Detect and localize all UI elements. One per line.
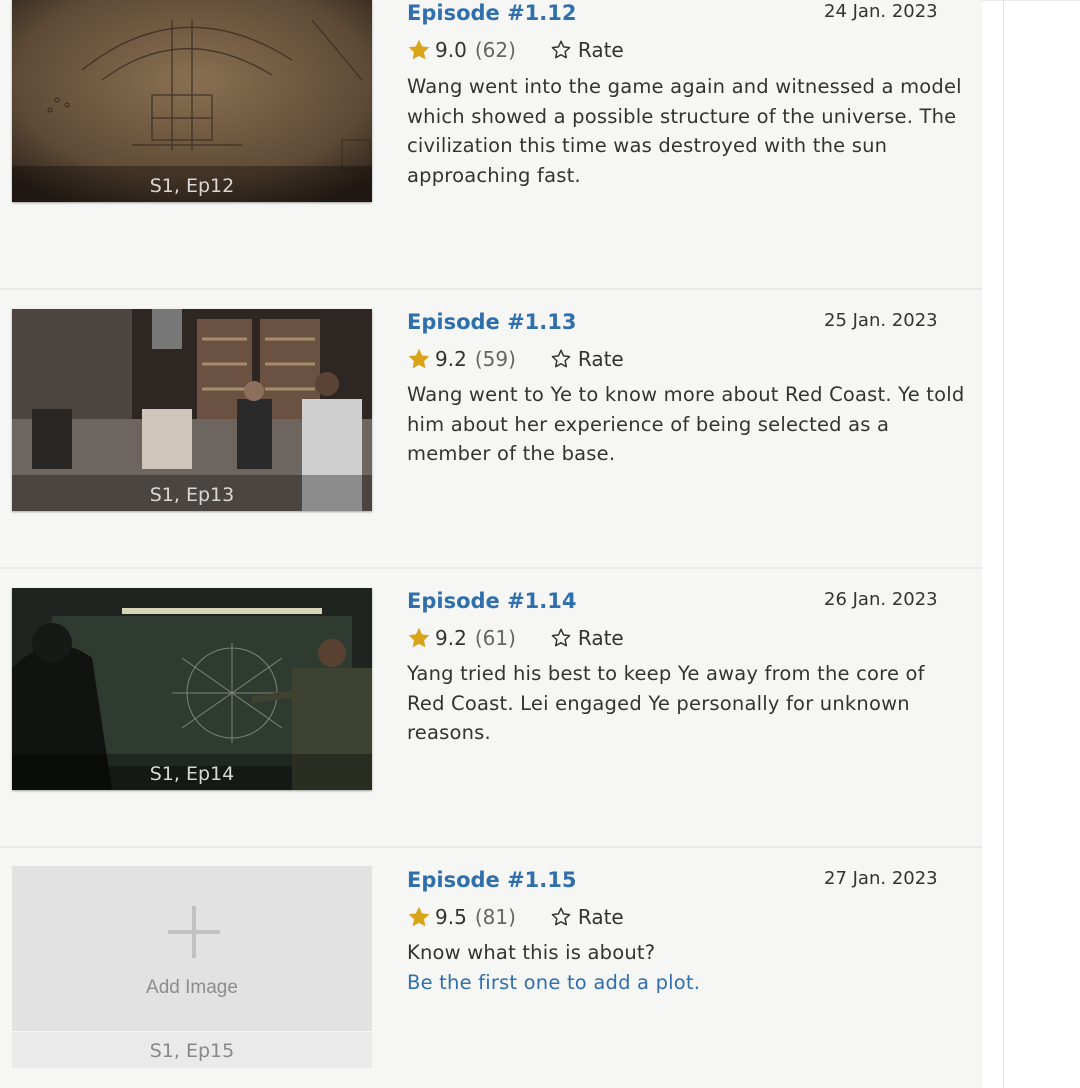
rate-button[interactable]: Rate — [550, 347, 624, 371]
episode-number-caption: S1, Ep14 — [12, 754, 372, 790]
add-image-placeholder[interactable]: Add Image S1, Ep15 — [12, 866, 372, 1068]
rating-vote-count: (61) — [474, 626, 516, 650]
episode-rating: 9.0 (62) Rate — [407, 36, 624, 64]
episode-plot: Wang went to Ye to know more about Red C… — [407, 383, 965, 465]
episode-plot: Wang went into the game again and witnes… — [407, 75, 962, 187]
star-icon — [408, 348, 430, 369]
rate-label: Rate — [577, 626, 624, 650]
episode-item: Add Image S1, Ep15 Episode #1.15 27 Jan.… — [0, 848, 982, 1088]
star-outline-icon — [551, 628, 571, 647]
episode-rating: 9.2 (59) Rate — [407, 345, 624, 373]
add-plot-link[interactable]: Be the first one to add a plot. — [407, 968, 967, 998]
rate-button[interactable]: Rate — [550, 38, 624, 62]
episode-number-caption: S1, Ep15 — [12, 1031, 372, 1068]
star-icon — [408, 627, 430, 648]
rating-vote-count: (62) — [474, 38, 516, 62]
episode-number-caption: S1, Ep13 — [12, 475, 372, 511]
episode-thumbnail[interactable]: S1, Ep14 — [12, 588, 372, 790]
rate-button[interactable]: Rate — [550, 626, 624, 650]
episode-title-link[interactable]: Episode #1.15 — [407, 868, 577, 892]
rate-label: Rate — [577, 905, 624, 929]
episode-thumbnail[interactable]: S1, Ep12 — [12, 0, 372, 202]
episode-title-link[interactable]: Episode #1.12 — [407, 1, 577, 25]
rate-label: Rate — [577, 38, 624, 62]
star-outline-icon — [551, 349, 571, 368]
rating-vote-count: (59) — [474, 347, 516, 371]
star-outline-icon — [551, 907, 571, 926]
rating-score: 9.5 — [435, 905, 467, 929]
rating-score: 9.2 — [435, 626, 467, 650]
plus-icon — [168, 906, 220, 958]
episode-number-caption: S1, Ep12 — [12, 166, 372, 202]
rate-button[interactable]: Rate — [550, 905, 624, 929]
star-outline-icon — [551, 40, 571, 59]
right-divider — [1003, 0, 1004, 1088]
episode-plot: Know what this is about? Be the first on… — [407, 938, 967, 997]
episode-air-date: 25 Jan. 2023 — [824, 310, 938, 331]
plot-prompt: Know what this is about? — [407, 941, 656, 964]
episode-air-date: 27 Jan. 2023 — [824, 868, 938, 889]
episode-thumbnail[interactable]: S1, Ep13 — [12, 309, 372, 511]
add-image-label: Add Image — [146, 977, 238, 998]
star-icon — [408, 906, 430, 927]
rating-score: 9.0 — [435, 38, 467, 62]
episode-item: S1, Ep13 Episode #1.13 25 Jan. 2023 9.2 … — [0, 290, 982, 567]
episode-air-date: 24 Jan. 2023 — [824, 1, 938, 22]
star-icon — [408, 39, 430, 60]
episode-title-link[interactable]: Episode #1.14 — [407, 589, 577, 613]
episode-title-link[interactable]: Episode #1.13 — [407, 310, 577, 334]
episode-plot: Yang tried his best to keep Ye away from… — [407, 662, 925, 744]
episode-item: S1, Ep12 Episode #1.12 24 Jan. 2023 9.0 … — [0, 0, 982, 288]
episode-rating: 9.2 (61) Rate — [407, 624, 624, 652]
rating-vote-count: (81) — [474, 905, 516, 929]
episode-item: S1, Ep14 Episode #1.14 26 Jan. 2023 9.2 … — [0, 569, 982, 846]
rate-label: Rate — [577, 347, 624, 371]
episode-air-date: 26 Jan. 2023 — [824, 589, 938, 610]
rating-score: 9.2 — [435, 347, 467, 371]
episode-rating: 9.5 (81) Rate — [407, 903, 624, 931]
